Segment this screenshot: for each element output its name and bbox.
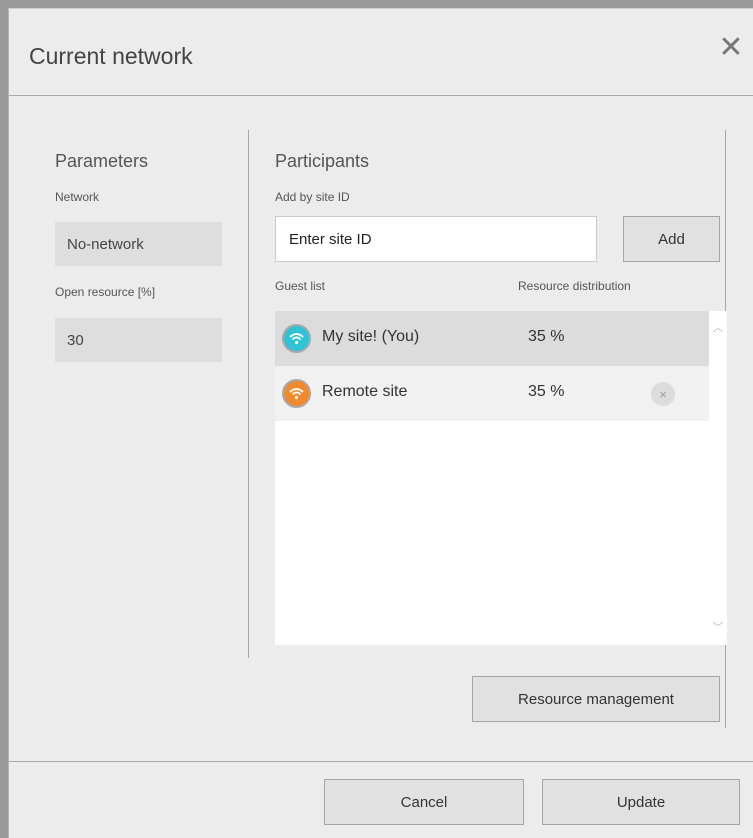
participants-heading: Participants: [275, 151, 370, 171]
column-divider: [248, 130, 249, 658]
guest-row[interactable]: My site! (You) 35 %: [275, 311, 709, 366]
guest-percent: 35 %: [528, 328, 565, 345]
footer-divider: [9, 761, 753, 762]
guest-list: My site! (You) 35 % Remote site 35 % × ︿…: [275, 311, 727, 645]
resource-distribution-header: Resource distribution: [518, 279, 631, 293]
wifi-icon: [282, 324, 311, 353]
guest-percent: 35 %: [528, 383, 565, 400]
open-resource-label: Open resource [%]: [55, 285, 156, 299]
cancel-button[interactable]: Cancel: [324, 779, 524, 825]
remove-guest-icon[interactable]: ×: [651, 382, 675, 406]
dialog-header: Current network ✕: [9, 9, 753, 96]
network-label: Network: [55, 190, 100, 204]
guest-name: Remote site: [322, 383, 408, 400]
close-icon[interactable]: ✕: [716, 33, 746, 63]
resource-management-button[interactable]: Resource management: [472, 676, 720, 722]
parameters-heading: Parameters: [55, 151, 149, 171]
guest-name: My site! (You): [322, 328, 420, 345]
add-button[interactable]: Add: [623, 216, 720, 262]
update-button[interactable]: Update: [542, 779, 740, 825]
guest-list-scrollbar[interactable]: ︿ ﹀: [709, 311, 727, 645]
current-network-dialog: Current network ✕ Parameters Network No-…: [8, 8, 753, 838]
guest-list-header: Guest list: [275, 279, 326, 293]
site-id-input[interactable]: Enter site ID: [275, 216, 597, 262]
scroll-down-icon[interactable]: ﹀: [709, 617, 727, 637]
network-value: No-network: [55, 222, 222, 266]
add-by-site-id-label: Add by site ID: [275, 190, 350, 204]
scroll-up-icon[interactable]: ︿: [709, 317, 727, 337]
guest-row[interactable]: Remote site 35 % ×: [275, 366, 709, 421]
wifi-icon: [282, 379, 311, 408]
open-resource-value: 30: [55, 318, 222, 362]
dialog-title: Current network: [29, 43, 193, 69]
